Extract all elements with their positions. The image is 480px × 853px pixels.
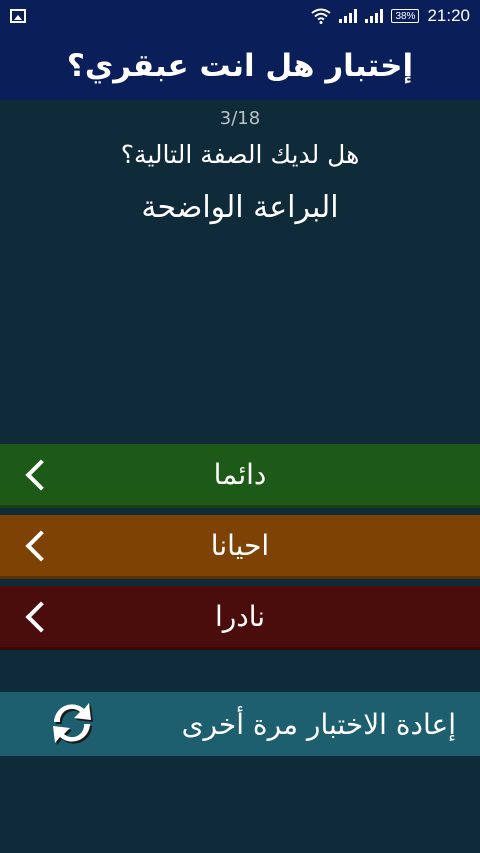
- app-bar: إختبار هل انت عبقري؟: [0, 32, 480, 100]
- trait-text: البراعة الواضحة: [141, 190, 339, 225]
- page-title: إختبار هل انت عبقري؟: [66, 48, 414, 84]
- answer-always-button[interactable]: دائما: [0, 444, 480, 508]
- retry-quiz-button[interactable]: إعادة الاختبار مرة أخرى: [0, 692, 480, 756]
- gallery-icon: [10, 9, 26, 23]
- status-bar: 38% 21:20: [0, 0, 480, 32]
- battery-indicator: 38%: [391, 9, 420, 23]
- question-text: هل لديك الصفة التالية؟: [120, 140, 360, 169]
- retry-label: إعادة الاختبار مرة أخرى: [181, 707, 456, 741]
- answer-sometimes-button[interactable]: احيانا: [0, 515, 480, 579]
- signal-icon: [365, 9, 384, 23]
- wifi-icon: [311, 8, 332, 24]
- chevron-left-icon: [25, 600, 57, 633]
- answer-rarely-button[interactable]: نادرا: [0, 586, 480, 650]
- question-counter: 3/18: [219, 108, 261, 129]
- answer-label: نادرا: [214, 600, 266, 633]
- signal-icon: [339, 9, 358, 23]
- chevron-left-icon: [25, 458, 57, 491]
- chevron-left-icon: [25, 529, 57, 562]
- status-clock: 21:20: [427, 6, 470, 25]
- refresh-icon: [53, 703, 93, 745]
- answer-label: احيانا: [210, 529, 270, 562]
- answer-label: دائما: [213, 458, 267, 491]
